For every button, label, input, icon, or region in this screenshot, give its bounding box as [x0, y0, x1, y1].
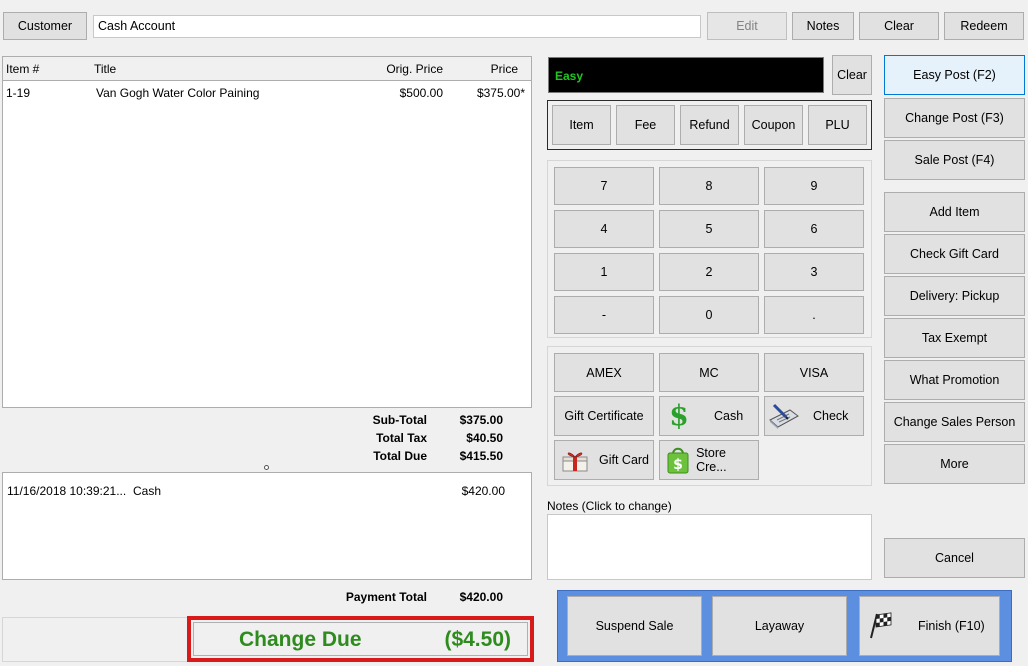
- keypad-9[interactable]: 9: [764, 167, 864, 205]
- item-orig-price: $500.00: [399, 86, 443, 100]
- gift-card-label: Gift Card: [599, 453, 650, 467]
- keypad-8[interactable]: 8: [659, 167, 759, 205]
- keypad-minus[interactable]: -: [554, 296, 654, 334]
- keypad-3[interactable]: 3: [764, 253, 864, 291]
- customer-button[interactable]: Customer: [3, 12, 87, 40]
- item-price: $375.00*: [476, 86, 525, 100]
- payment-date: 11/16/2018 10:39:21...: [7, 484, 127, 498]
- payments-list: 11/16/2018 10:39:21... Cash $420.00: [2, 472, 532, 580]
- keypad-5[interactable]: 5: [659, 210, 759, 248]
- checkered-flag-icon: [864, 612, 896, 640]
- sale-post-button[interactable]: Sale Post (F4): [884, 140, 1025, 180]
- check-label: Check: [813, 409, 849, 423]
- total-due-value: $415.50: [459, 449, 503, 463]
- keypad-4[interactable]: 4: [554, 210, 654, 248]
- visa-button[interactable]: VISA: [764, 353, 864, 392]
- subtotal-value: $375.00: [459, 413, 503, 427]
- items-table: Item # Title Orig. Price Price 1-19 Van …: [2, 56, 532, 408]
- easy-post-button[interactable]: Easy Post (F2): [884, 55, 1025, 95]
- gift-card-button[interactable]: Gift Card: [554, 440, 654, 480]
- fee-type-button[interactable]: Fee: [616, 105, 675, 145]
- clear-button[interactable]: Clear: [859, 12, 939, 40]
- edit-button[interactable]: Edit: [707, 12, 787, 40]
- gift-certificate-button[interactable]: Gift Certificate: [554, 396, 654, 436]
- payment-total-label: Payment Total: [345, 590, 427, 604]
- customer-value: Cash Account: [98, 19, 176, 33]
- store-credit-button[interactable]: $ Store Cre...: [659, 440, 759, 480]
- entry-clear-button[interactable]: Clear: [832, 55, 872, 95]
- layaway-button[interactable]: Layaway: [712, 596, 847, 656]
- notes-button[interactable]: Notes: [792, 12, 854, 40]
- keypad-decimal[interactable]: .: [764, 296, 864, 334]
- shopping-bag-icon: $: [663, 445, 692, 475]
- column-header-title[interactable]: Title: [94, 62, 116, 76]
- redeem-button[interactable]: Redeem: [944, 12, 1024, 40]
- notes-label: Notes (Click to change): [547, 499, 672, 513]
- item-type-button[interactable]: Item: [552, 105, 611, 145]
- item-number: 1-19: [6, 86, 31, 100]
- notes-field[interactable]: [547, 514, 872, 580]
- cancel-button[interactable]: Cancel: [884, 538, 1025, 578]
- column-header-orig-price[interactable]: Orig. Price: [373, 62, 443, 76]
- keypad-7[interactable]: 7: [554, 167, 654, 205]
- payment-total-value: $420.00: [459, 590, 503, 604]
- payment-type: Cash: [133, 484, 162, 498]
- finish-label: Finish (F10): [918, 619, 985, 633]
- dollar-sign-icon: $: [669, 399, 689, 432]
- check-gift-card-button[interactable]: Check Gift Card: [884, 234, 1025, 274]
- change-due-value: ($4.50): [444, 628, 511, 651]
- tax-exempt-button[interactable]: Tax Exempt: [884, 318, 1025, 358]
- items-table-header: Item # Title Orig. Price Price: [3, 57, 531, 81]
- payment-amount: $420.00: [461, 484, 505, 498]
- store-credit-label: Store Cre...: [696, 446, 727, 474]
- entry-display[interactable]: Easy: [548, 57, 824, 93]
- mc-button[interactable]: MC: [659, 353, 759, 392]
- subtotal-label: Sub-Total: [372, 413, 427, 427]
- check-button[interactable]: Check: [764, 396, 864, 436]
- what-promotion-button[interactable]: What Promotion: [884, 360, 1025, 400]
- coupon-type-button[interactable]: Coupon: [744, 105, 803, 145]
- plu-type-button[interactable]: PLU: [808, 105, 867, 145]
- cash-label: Cash: [714, 409, 744, 423]
- change-sales-person-button[interactable]: Change Sales Person: [884, 402, 1025, 442]
- customer-field[interactable]: Cash Account: [93, 15, 701, 38]
- table-row[interactable]: 1-19 Van Gogh Water Color Paining $500.0…: [3, 83, 531, 103]
- add-item-button[interactable]: Add Item: [884, 192, 1025, 232]
- change-due-label: Change Due: [239, 628, 362, 651]
- splitter-handle[interactable]: [264, 465, 269, 470]
- gift-box-icon: [558, 447, 592, 473]
- payment-row[interactable]: 11/16/2018 10:39:21... Cash $420.00: [3, 481, 531, 501]
- entry-mode-text: Easy: [555, 69, 584, 83]
- total-tax-value: $40.50: [466, 431, 503, 445]
- svg-text:$: $: [673, 457, 683, 473]
- total-due-label: Total Due: [373, 449, 427, 463]
- change-due-box: Change Due ($4.50): [187, 616, 534, 662]
- suspend-sale-button[interactable]: Suspend Sale: [567, 596, 702, 656]
- check-writing-icon: [767, 402, 801, 430]
- delivery-button[interactable]: Delivery: Pickup: [884, 276, 1025, 316]
- cash-button[interactable]: $ Cash: [659, 396, 759, 436]
- total-tax-label: Total Tax: [376, 431, 427, 445]
- change-post-button[interactable]: Change Post (F3): [884, 98, 1025, 138]
- more-button[interactable]: More: [884, 444, 1025, 484]
- refund-type-button[interactable]: Refund: [680, 105, 739, 145]
- keypad-2[interactable]: 2: [659, 253, 759, 291]
- item-title: Van Gogh Water Color Paining: [96, 86, 260, 100]
- keypad-6[interactable]: 6: [764, 210, 864, 248]
- keypad-0[interactable]: 0: [659, 296, 759, 334]
- amex-button[interactable]: AMEX: [554, 353, 654, 392]
- column-header-price[interactable]: Price: [458, 62, 518, 76]
- keypad-1[interactable]: 1: [554, 253, 654, 291]
- column-header-item[interactable]: Item #: [6, 62, 39, 76]
- finish-button[interactable]: Finish (F10): [859, 596, 1000, 656]
